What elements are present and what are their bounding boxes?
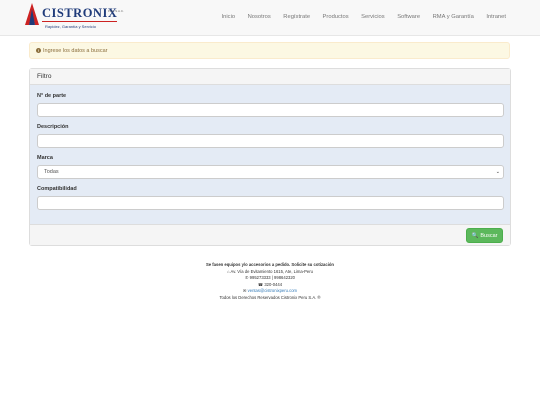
footer-landline: 320-0444 [264, 281, 283, 287]
brand-select-value: Todas [44, 169, 59, 175]
filter-panel-body: N° de parte Descripción Marca Todas ⌄ Co… [30, 85, 510, 224]
filter-title: Filtro [37, 73, 52, 80]
brand-name: CISTRONIX [42, 6, 118, 20]
footer-copyright: Todos los Derechos Reservados Cistronix … [219, 294, 321, 300]
main-nav: Inicio Nosotros Regístrate Productos Ser… [209, 14, 506, 20]
chevron-down-icon: ⌄ [495, 169, 500, 175]
logo-mark-icon [25, 3, 39, 25]
footer-email-link[interactable]: ventas@cistronixperu.com [248, 288, 297, 293]
description-input[interactable] [37, 134, 504, 148]
part-number-input[interactable] [37, 103, 504, 117]
search-icon: 🔍 [471, 232, 479, 239]
nav-item-productos[interactable]: Productos [323, 14, 349, 20]
footer-email-line: ✉ ventas@cistronixperu.com [0, 288, 540, 295]
telephone-icon: ☎ [257, 281, 264, 287]
filter-panel: Filtro N° de parte Descripción Marca Tod… [29, 68, 511, 246]
nav-item-intranet[interactable]: Intranet [486, 14, 506, 20]
search-button[interactable]: 🔍 Buscar [466, 228, 503, 243]
exclamation-circle-icon: ! [36, 48, 41, 53]
brand-label: Marca [37, 155, 53, 161]
compatibility-input[interactable] [37, 196, 504, 210]
compatibility-label: Compatibilidad [37, 186, 77, 192]
phone-icon: ✆ [244, 275, 249, 281]
nav-item-registrate[interactable]: Regístrate [283, 14, 310, 20]
nav-item-nosotros[interactable]: Nosotros [248, 14, 271, 20]
info-alert: ! Ingrese los datos a buscar [29, 42, 510, 59]
footer-address: Av. Vía de Evitamiento 1615, Ate, Lima-P… [230, 268, 313, 274]
footer-phones-line: ✆ 995273333 | 998642320 [0, 275, 540, 282]
search-button-label: Buscar [480, 232, 498, 239]
nav-item-servicios[interactable]: Servicios [361, 14, 385, 20]
description-label: Descripción [37, 124, 69, 130]
brand-logo[interactable]: CISTRONIX Peru S.A.C. Rapidez, Garantía … [25, 3, 125, 33]
navbar: CISTRONIX Peru S.A.C. Rapidez, Garantía … [0, 0, 540, 36]
site-footer: Se fasen equipos y/o accesorios a pedido… [0, 262, 540, 302]
brand-trademark: Peru S.A.C. [108, 9, 124, 13]
nav-item-software[interactable]: Software [397, 14, 420, 20]
footer-address-line: ⌂ Av. Vía de Evitamiento 1615, Ate, Lima… [0, 269, 540, 276]
footer-landline-line: ☎ 320-0444 [0, 282, 540, 289]
footer-phones: 995273333 | 998642320 [249, 275, 296, 281]
part-number-label: N° de parte [37, 93, 67, 99]
envelope-icon: ✉ [242, 288, 247, 294]
brand-tagline: Rapidez, Garantía y Servicio [45, 24, 96, 29]
filter-panel-footer: 🔍 Buscar [30, 224, 510, 245]
filter-panel-heading: Filtro [30, 69, 510, 85]
brand-underline [42, 21, 117, 22]
nav-item-inicio[interactable]: Inicio [222, 14, 236, 20]
brand-select[interactable]: Todas ⌄ [37, 165, 504, 179]
footer-notice: Se fasen equipos y/o accesorios a pedido… [206, 262, 334, 267]
alert-text: Ingrese los datos a buscar [43, 47, 108, 54]
nav-item-rma-garantia[interactable]: RMA y Garantía [433, 14, 474, 20]
